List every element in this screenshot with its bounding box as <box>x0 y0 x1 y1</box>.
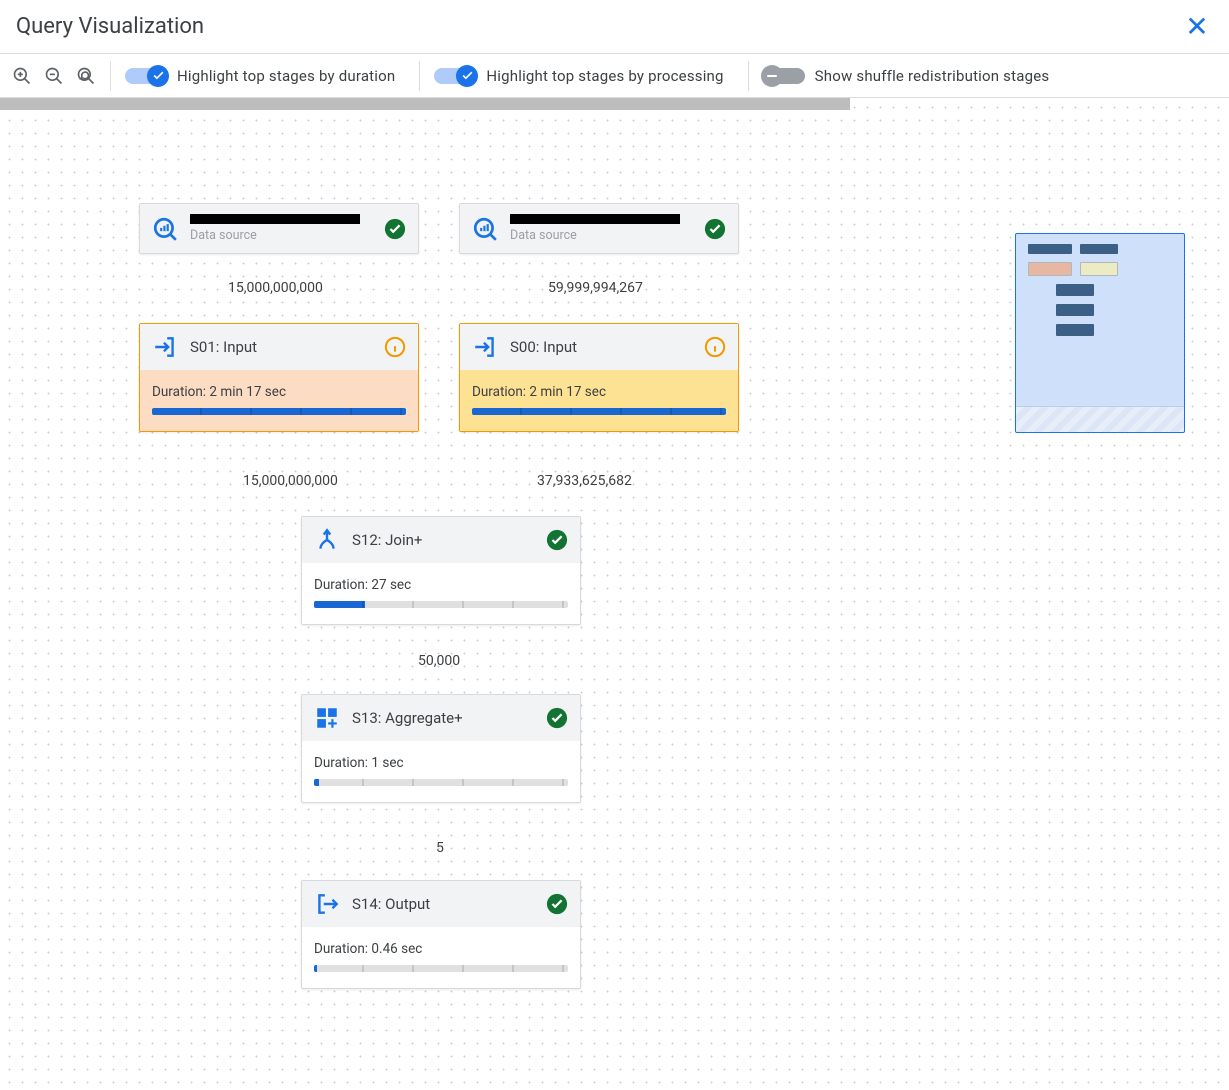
toggle-processing-label: Highlight top stages by processing <box>486 67 723 85</box>
status-badge-info-icon <box>384 336 406 358</box>
input-icon <box>152 334 178 360</box>
node-subtitle: Data source <box>190 228 372 243</box>
toolbar-divider <box>748 61 749 91</box>
status-badge-success-icon <box>546 529 568 551</box>
node-duration-label: Duration: 2 min 17 sec <box>152 384 406 400</box>
redacted-title <box>510 214 680 224</box>
node-title: S01: Input <box>190 338 372 356</box>
progress-bar <box>314 779 568 786</box>
aggregate-icon <box>314 705 340 731</box>
header: Query Visualization ✕ <box>0 0 1229 54</box>
node-title: S13: Aggregate+ <box>352 709 534 727</box>
edge-label: 37,933,625,682 <box>537 473 632 489</box>
node-subtitle: Data source <box>510 228 692 243</box>
toggle-shuffle[interactable]: Show shuffle redistribution stages <box>763 65 1060 87</box>
status-badge-success-icon <box>546 707 568 729</box>
node-data-source-1[interactable]: Data source <box>139 203 419 254</box>
page-title: Query Visualization <box>16 14 204 39</box>
toggle-duration[interactable]: Highlight top stages by duration <box>125 65 405 87</box>
status-badge-success-icon <box>546 893 568 915</box>
node-title: S14: Output <box>352 895 534 913</box>
redacted-title <box>190 214 360 224</box>
status-badge-success-icon <box>704 218 726 240</box>
zoom-out-icon[interactable] <box>44 66 64 86</box>
node-title: S00: Input <box>510 338 692 356</box>
scrollbar-horizontal[interactable] <box>0 98 850 110</box>
status-badge-success-icon <box>384 218 406 240</box>
node-s01[interactable]: S01: Input Duration: 2 min 17 sec <box>139 323 419 432</box>
progress-bar <box>152 408 406 415</box>
node-s13[interactable]: S13: Aggregate+ Duration: 1 sec <box>301 694 581 803</box>
edge-label: 5 <box>436 840 444 856</box>
data-source-icon <box>152 216 178 242</box>
toolbar-divider <box>419 61 420 91</box>
join-icon <box>314 527 340 553</box>
edge-label: 59,999,994,267 <box>548 280 643 296</box>
node-s14[interactable]: S14: Output Duration: 0.46 sec <box>301 880 581 989</box>
input-icon <box>472 334 498 360</box>
progress-bar <box>472 408 726 415</box>
node-duration-label: Duration: 1 sec <box>314 755 568 771</box>
status-badge-info-icon <box>704 336 726 358</box>
node-duration-label: Duration: 2 min 17 sec <box>472 384 726 400</box>
output-icon <box>314 891 340 917</box>
node-s00[interactable]: S00: Input Duration: 2 min 17 sec <box>459 323 739 432</box>
data-source-icon <box>472 216 498 242</box>
edge-label: 50,000 <box>418 653 460 669</box>
zoom-reset-icon[interactable] <box>76 66 96 86</box>
close-button[interactable]: ✕ <box>1181 11 1213 43</box>
edge-label: 15,000,000,000 <box>228 280 323 296</box>
zoom-in-icon[interactable] <box>12 66 32 86</box>
node-title: S12: Join+ <box>352 531 534 549</box>
toggle-processing[interactable]: Highlight top stages by processing <box>434 65 733 87</box>
node-duration-label: Duration: 27 sec <box>314 577 568 593</box>
minimap-panel[interactable] <box>1015 233 1185 433</box>
toggle-shuffle-label: Show shuffle redistribution stages <box>815 67 1050 85</box>
edge-label: 15,000,000,000 <box>243 473 338 489</box>
toolbar: Highlight top stages by duration Highlig… <box>0 54 1229 98</box>
progress-bar <box>314 601 568 608</box>
node-s12[interactable]: S12: Join+ Duration: 27 sec <box>301 516 581 625</box>
toggle-duration-label: Highlight top stages by duration <box>177 67 395 85</box>
progress-bar <box>314 965 568 972</box>
toolbar-divider <box>110 61 111 91</box>
node-data-source-2[interactable]: Data source <box>459 203 739 254</box>
graph-canvas[interactable]: 15,000,000,000 59,999,994,267 15,000,000… <box>0 98 1229 1090</box>
node-duration-label: Duration: 0.46 sec <box>314 941 568 957</box>
